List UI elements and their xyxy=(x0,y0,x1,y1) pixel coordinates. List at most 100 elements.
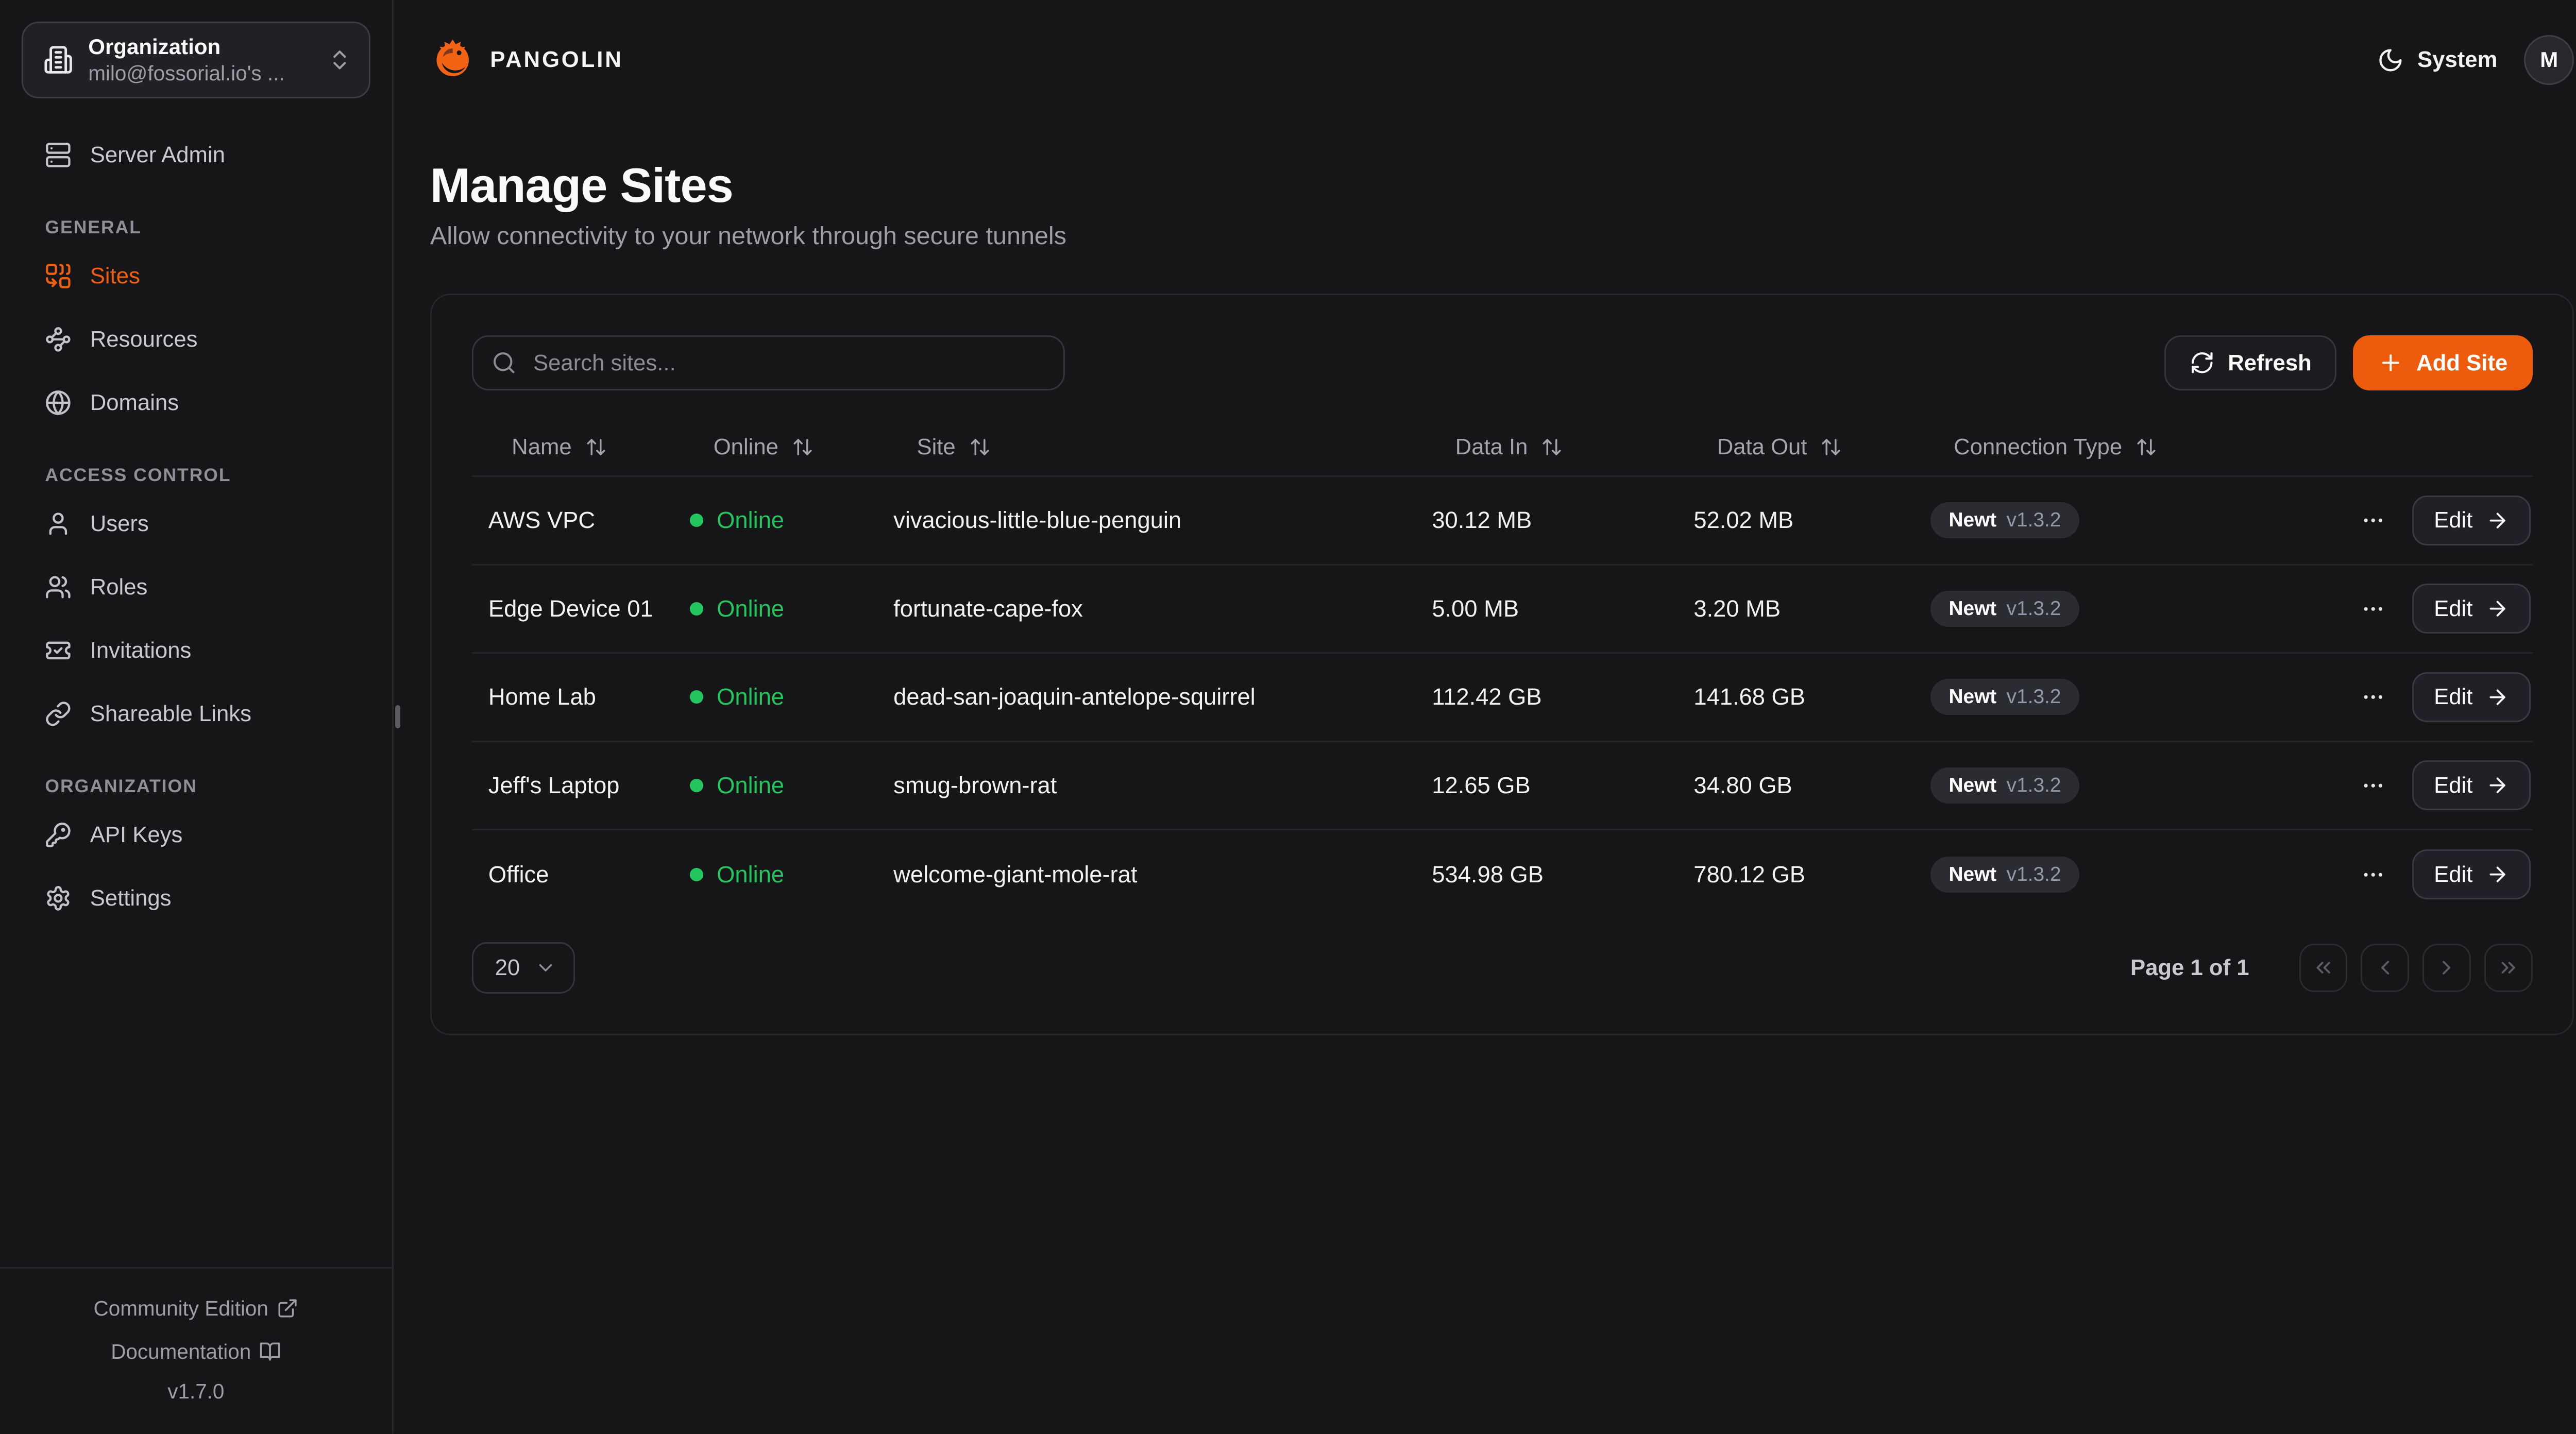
column-header-online[interactable]: Online xyxy=(690,434,893,460)
documentation-link[interactable]: Documentation xyxy=(111,1334,281,1370)
row-menu-button[interactable] xyxy=(2357,770,2388,801)
arrow-right-icon xyxy=(2486,686,2509,709)
row-menu-button[interactable] xyxy=(2357,859,2388,890)
ellipsis-icon xyxy=(2361,508,2386,533)
edit-button[interactable]: Edit xyxy=(2412,584,2531,634)
online-status-label: Online xyxy=(717,595,784,622)
last-page-button[interactable] xyxy=(2484,944,2533,992)
connection-type-version: v1.3.2 xyxy=(2007,598,2061,620)
sort-icon xyxy=(792,436,814,458)
connection-type-version: v1.3.2 xyxy=(2007,774,2061,797)
documentation-label: Documentation xyxy=(111,1334,251,1370)
sidebar-item-settings[interactable]: Settings xyxy=(22,877,370,920)
connection-type-cell: Newtv1.3.2 xyxy=(1930,502,2357,538)
connection-type-cell: Newt v1.3.2 xyxy=(1930,591,2357,627)
connection-type-name: Newt xyxy=(1948,598,1996,620)
site-slug-cell: dead-san-joaquin-antelope-squirrel xyxy=(893,684,1432,710)
server-icon xyxy=(45,142,72,168)
edit-button[interactable]: Edit xyxy=(2412,496,2531,545)
book-open-icon xyxy=(259,1341,281,1362)
sidebar-item-server-admin[interactable]: Server Admin xyxy=(22,133,370,177)
connection-type-cell: Newtv1.3.2 xyxy=(1930,767,2357,804)
sidebar-item-api-keys[interactable]: API Keys xyxy=(22,813,370,857)
theme-toggle-label: System xyxy=(2417,47,2497,73)
page-title: Manage Sites xyxy=(430,160,2574,210)
edit-button[interactable]: Edit xyxy=(2412,672,2531,722)
add-site-button[interactable]: Add Site xyxy=(2353,335,2532,390)
column-header-data_in[interactable]: Data In xyxy=(1432,434,1693,460)
online-status-label: Online xyxy=(717,684,784,710)
community-edition-link[interactable]: Community Edition xyxy=(94,1290,299,1327)
sidebar-item-users[interactable]: Users xyxy=(22,502,370,545)
connection-type-badge: Newtv1.3.2 xyxy=(1930,767,2079,804)
search-input[interactable] xyxy=(472,335,1065,390)
row-menu-button[interactable] xyxy=(2357,681,2388,713)
table-row: Office Online welcome-giant-mole-rat 534… xyxy=(472,830,2533,919)
site-slug-cell: smug-brown-rat xyxy=(893,772,1432,799)
sidebar-item-shareable-links[interactable]: Shareable Links xyxy=(22,692,370,736)
chevron-down-icon xyxy=(535,957,556,979)
ellipsis-icon xyxy=(2361,685,2386,710)
column-header-site[interactable]: Site xyxy=(893,434,1432,460)
sidebar-item-label: Shareable Links xyxy=(90,701,251,727)
sidebar-item-label: API Keys xyxy=(90,822,183,848)
row-menu-button[interactable] xyxy=(2357,505,2388,536)
sidebar-item-domains[interactable]: Domains xyxy=(22,381,370,424)
plus-icon xyxy=(2378,350,2403,375)
arrow-right-icon xyxy=(2486,509,2509,532)
table-body: AWS VPC Online vivacious-little-blue-pen… xyxy=(472,477,2533,919)
sidebar-section-items: Sites Resources Domains xyxy=(22,254,370,424)
connection-type-version: v1.3.2 xyxy=(2007,863,2061,886)
external-link-icon xyxy=(277,1298,298,1319)
sort-icon xyxy=(2136,436,2157,458)
refresh-button[interactable]: Refresh xyxy=(2164,335,2336,390)
user-icon xyxy=(45,510,72,537)
key-icon xyxy=(45,822,72,848)
theme-toggle[interactable]: System xyxy=(2377,47,2497,74)
site-name-cell: Jeff's Laptop xyxy=(472,772,690,799)
page-size-select[interactable]: 20 xyxy=(472,942,575,994)
sidebar-item-invitations[interactable]: Invitations xyxy=(22,629,370,672)
online-status-label: Online xyxy=(717,772,784,799)
ellipsis-icon xyxy=(2361,862,2386,887)
arrow-right-icon xyxy=(2486,863,2509,886)
edit-button[interactable]: Edit xyxy=(2412,849,2531,899)
connection-type-badge: Newtv1.3.2 xyxy=(1930,857,2079,893)
online-dot xyxy=(690,779,703,792)
topbar-right: System M xyxy=(2377,35,2574,85)
arrow-right-icon xyxy=(2486,774,2509,797)
table-row: AWS VPC Online vivacious-little-blue-pen… xyxy=(472,477,2533,566)
column-header-name[interactable]: Name xyxy=(472,434,690,460)
sidebar-scrollbar-thumb[interactable] xyxy=(395,705,400,728)
sort-icon xyxy=(1541,436,1563,458)
first-page-button[interactable] xyxy=(2299,944,2348,992)
previous-page-button[interactable] xyxy=(2361,944,2409,992)
edit-button[interactable]: Edit xyxy=(2412,760,2531,810)
app-version: v1.7.0 xyxy=(16,1373,375,1410)
arrow-right-icon xyxy=(2486,597,2509,620)
pager-buttons xyxy=(2299,944,2533,992)
sidebar-section-items: API Keys Settings xyxy=(22,813,370,920)
site-name-cell: Edge Device 01 xyxy=(472,595,690,622)
site-slug-cell: vivacious-little-blue-penguin xyxy=(893,507,1432,534)
edit-button-label: Edit xyxy=(2434,862,2472,887)
edit-button-label: Edit xyxy=(2434,507,2472,533)
online-status-label: Online xyxy=(717,507,784,534)
online-dot xyxy=(690,514,703,527)
row-menu-button[interactable] xyxy=(2357,593,2388,624)
org-switcher[interactable]: Organization milo@fossorial.io's ... xyxy=(22,22,370,98)
sidebar-item-resources[interactable]: Resources xyxy=(22,318,370,361)
app-window: Organization milo@fossorial.io's ... Ser… xyxy=(0,0,2576,1433)
column-header-data_out[interactable]: Data Out xyxy=(1693,434,1930,460)
sidebar-item-sites[interactable]: Sites xyxy=(22,254,370,298)
row-actions: Edit xyxy=(2357,496,2532,545)
column-header-connection[interactable]: Connection Type xyxy=(1930,434,2357,460)
connection-type-cell: Newtv1.3.2 xyxy=(1930,857,2357,893)
sidebar-item-label: Users xyxy=(90,511,149,537)
sidebar-item-roles[interactable]: Roles xyxy=(22,566,370,609)
connection-type-badge: Newtv1.3.2 xyxy=(1930,502,2079,538)
sidebar-item-label: Roles xyxy=(90,574,148,600)
next-page-button[interactable] xyxy=(2422,944,2471,992)
avatar[interactable]: M xyxy=(2524,35,2574,85)
connection-type-cell: Newtv1.3.2 xyxy=(1930,679,2357,715)
